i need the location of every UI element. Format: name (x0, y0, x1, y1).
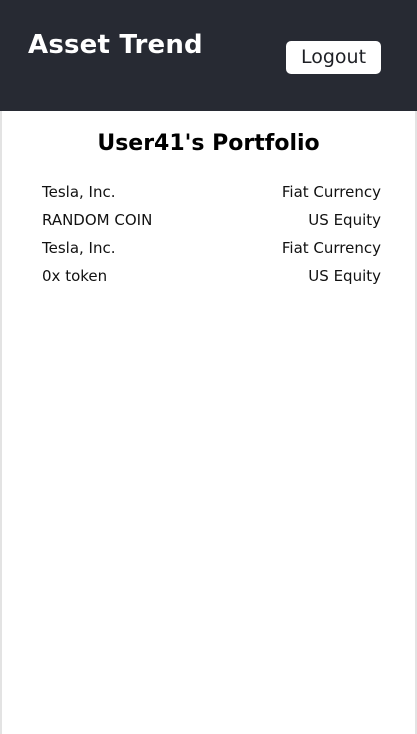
holding-row[interactable]: RANDOM COIN US Equity (42, 206, 381, 234)
holdings-list: Tesla, Inc. Fiat Currency RANDOM COIN US… (42, 178, 381, 290)
holding-type: US Equity (308, 267, 381, 285)
logout-button[interactable]: Logout (286, 41, 381, 74)
holding-name: Tesla, Inc. (42, 239, 116, 257)
holding-name: RANDOM COIN (42, 211, 153, 229)
holding-type: Fiat Currency (281, 183, 381, 201)
brand-title[interactable]: Asset Trend (28, 28, 203, 62)
holding-type: US Equity (308, 211, 381, 229)
holding-name: Tesla, Inc. (42, 183, 116, 201)
holding-row[interactable]: Tesla, Inc. Fiat Currency (42, 234, 381, 262)
holding-row[interactable]: Tesla, Inc. Fiat Currency (42, 178, 381, 206)
app-page: Asset Trend Logout User41's Portfolio Te… (0, 0, 417, 734)
holding-name: 0x token (42, 267, 108, 285)
holding-row[interactable]: 0x token US Equity (42, 262, 381, 290)
portfolio-title: User41's Portfolio (97, 131, 320, 156)
holding-type: Fiat Currency (281, 239, 381, 257)
top-navbar: Asset Trend Logout (0, 0, 417, 111)
